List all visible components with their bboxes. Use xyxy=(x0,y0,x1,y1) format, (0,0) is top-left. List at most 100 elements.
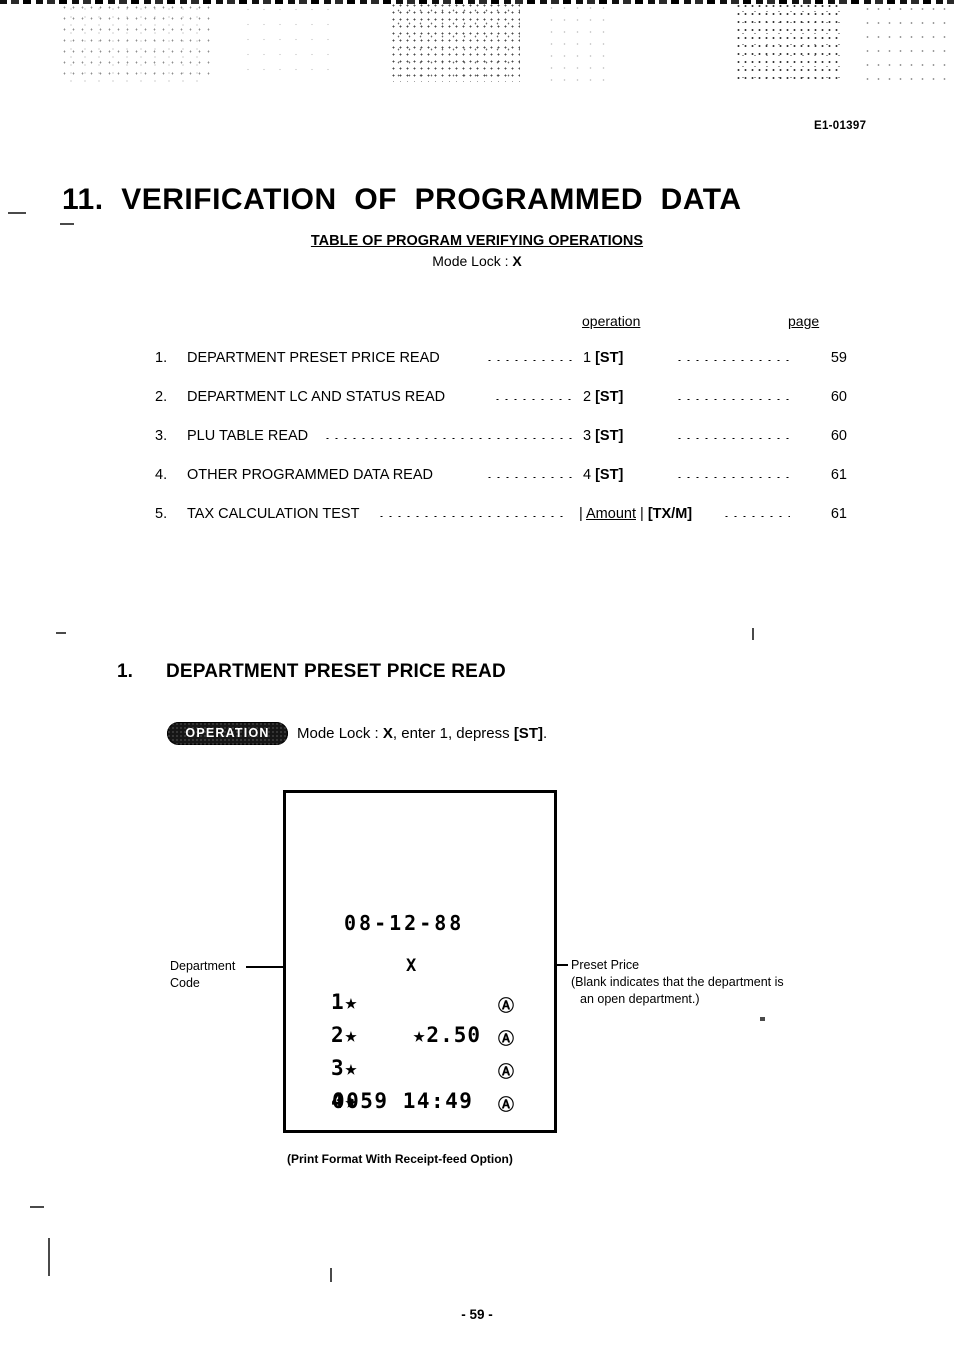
receipt-line: 3★ Ⓐ xyxy=(331,1056,546,1083)
row-label: DEPARTMENT PRESET PRICE READ xyxy=(187,350,440,366)
operation-description: Mode Lock : X, enter 1, depress [ST]. xyxy=(297,725,547,742)
row-label: PLU TABLE READ xyxy=(187,428,309,444)
scan-artifact xyxy=(8,212,26,214)
row-number: 4. xyxy=(155,467,168,483)
table-caption: TABLE OF PROGRAM VERIFYING OPERATIONS xyxy=(0,233,954,249)
row-number: 2. xyxy=(155,389,168,405)
receipt-line: 2★ ★2.50 Ⓐ xyxy=(331,1023,546,1050)
department-code: 1★ xyxy=(331,990,359,1014)
document-code: E1-01397 xyxy=(814,120,867,132)
status-glyph: Ⓐ xyxy=(498,1095,515,1114)
table-row: 1. DEPARTMENT PRESET PRICE READ 1 [ST] 5… xyxy=(155,350,847,372)
status-glyph: Ⓐ xyxy=(498,996,515,1015)
preset-price: ★2.50 xyxy=(412,1023,481,1047)
scan-speckle xyxy=(735,2,840,82)
annotation-line: (Blank indicates that the department is xyxy=(571,975,784,989)
receipt-footer: 0059 14:49 xyxy=(332,1089,474,1113)
table-row: 3. PLU TABLE READ 3 [ST] 60 xyxy=(155,428,847,450)
scan-noise-band xyxy=(0,0,954,82)
row-operation-key: 2 [ST] xyxy=(583,389,623,405)
row-page: 59 xyxy=(830,350,847,366)
operation-desc-end: . xyxy=(542,725,548,742)
column-header-operation: operation xyxy=(582,313,641,329)
section-number: 1. xyxy=(117,661,133,682)
row-number: 1. xyxy=(155,350,168,366)
row-operation-key: 3 [ST] xyxy=(583,428,623,444)
annotation-line: Code xyxy=(170,976,200,990)
operation-desc-mid: , enter 1, depress xyxy=(392,725,514,742)
annotation-line: Preset Price xyxy=(571,958,640,972)
mode-lock-value: X xyxy=(512,253,522,269)
row-number: 5. xyxy=(155,506,168,522)
section-title: DEPARTMENT PRESET PRICE READ xyxy=(166,661,506,682)
department-code: 2★ xyxy=(331,1023,359,1047)
table-row: 2. DEPARTMENT LC AND STATUS READ 2 [ST] … xyxy=(155,389,847,411)
row-page: 60 xyxy=(830,389,847,405)
row-key-prefix: 1 xyxy=(583,350,596,366)
leader-dots xyxy=(323,437,575,440)
row-label: OTHER PROGRAMMED DATA READ xyxy=(187,467,433,483)
status-glyph: Ⓐ xyxy=(498,1062,515,1081)
scan-artifact xyxy=(56,632,66,634)
receipt-box-caption: (Print Format With Receipt-feed Option) xyxy=(287,1152,513,1166)
row-key: [ST] xyxy=(595,467,624,483)
document-page: E1-01397 11. VERIFICATION OF PROGRAMMED … xyxy=(0,0,954,1351)
scan-artifact xyxy=(30,1206,44,1208)
status-glyph: Ⓐ xyxy=(498,1029,515,1048)
leader-dots xyxy=(485,359,575,362)
scan-artifact xyxy=(752,628,754,640)
annotation-line: an open department.) xyxy=(580,992,700,1006)
row-key-amount: Amount xyxy=(586,506,636,522)
scan-speckle xyxy=(60,2,210,82)
leader-dots xyxy=(493,398,575,401)
row-operation-key: 4 [ST] xyxy=(583,467,623,483)
row-key-mid: | xyxy=(635,506,648,522)
scan-speckle xyxy=(862,2,954,82)
scan-artifact xyxy=(60,223,74,225)
leader-dots xyxy=(377,515,567,518)
annotation-department-code: Department Code xyxy=(170,958,235,992)
leader-dots xyxy=(675,476,790,479)
annotation-line: Department xyxy=(170,959,236,973)
leader-dots xyxy=(485,476,575,479)
table-row: 4. OTHER PROGRAMMED DATA READ 4 [ST] 61 xyxy=(155,467,847,489)
department-code: 3★ xyxy=(331,1056,359,1080)
operation-desc-pre: Mode Lock : xyxy=(297,725,383,742)
scan-artifact xyxy=(760,1017,765,1021)
receipt-x-marker: X xyxy=(406,956,417,976)
row-label: TAX CALCULATION TEST xyxy=(187,506,360,522)
scan-speckle xyxy=(390,2,520,82)
row-number: 3. xyxy=(155,428,168,444)
scan-artifact xyxy=(330,1268,332,1282)
leader-dots xyxy=(675,437,790,440)
leader-dots xyxy=(722,515,790,518)
mode-lock-label: Mode Lock : xyxy=(432,253,513,269)
row-page: 61 xyxy=(830,506,847,522)
page-title: 11. VERIFICATION OF PROGRAMMED DATA xyxy=(62,183,742,217)
mode-lock-line: Mode Lock : X xyxy=(0,253,954,269)
leader-dots xyxy=(675,398,790,401)
row-key-prefix: | xyxy=(579,506,586,522)
receipt-sample-box: 08-12-88 X 1★ Ⓐ 2★ ★2.50 Ⓐ 3★ Ⓐ 4★ Ⓐ 005… xyxy=(283,790,557,1133)
row-label: DEPARTMENT LC AND STATUS READ xyxy=(187,389,446,405)
row-key: [TX/M] xyxy=(647,506,693,522)
table-row: 5. TAX CALCULATION TEST | Amount | [TX/M… xyxy=(155,506,847,528)
row-key: [ST] xyxy=(595,389,624,405)
page-number: - 59 - xyxy=(461,1307,493,1322)
row-page: 61 xyxy=(830,467,847,483)
row-key-prefix: 2 xyxy=(583,389,596,405)
leader-dots xyxy=(675,359,790,362)
table-caption-text: TABLE OF PROGRAM VERIFYING OPERATIONS xyxy=(310,233,644,249)
row-key: [ST] xyxy=(595,350,624,366)
column-header-page: page xyxy=(788,313,820,329)
receipt-line: 1★ Ⓐ xyxy=(331,990,546,1017)
scan-speckle xyxy=(240,2,330,82)
row-operation-key: | Amount | [TX/M] xyxy=(579,506,692,522)
row-operation-key: 1 [ST] xyxy=(583,350,623,366)
row-page: 60 xyxy=(830,428,847,444)
row-key-prefix: 4 xyxy=(583,467,596,483)
row-key-prefix: 3 xyxy=(583,428,596,444)
annotation-preset-price: Preset Price (Blank indicates that the d… xyxy=(571,957,784,1008)
operation-key: [ST] xyxy=(513,725,543,742)
row-key: [ST] xyxy=(595,428,624,444)
